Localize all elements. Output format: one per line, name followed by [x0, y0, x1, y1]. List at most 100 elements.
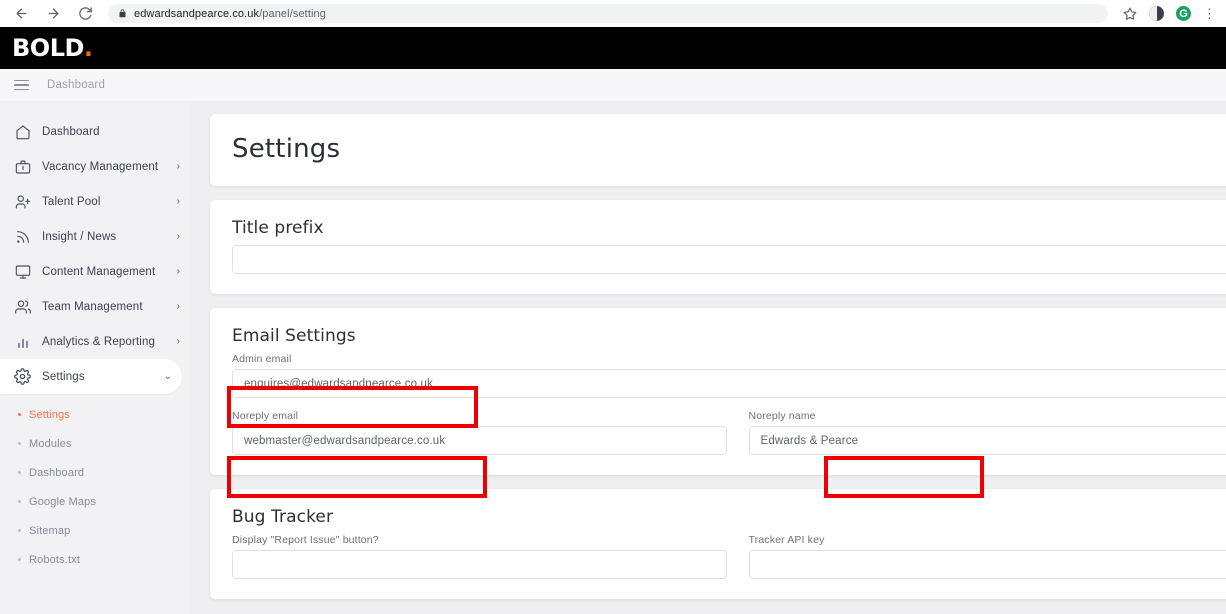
url-domain: edwardsandpearce.co.uk: [134, 7, 260, 20]
extension-icon[interactable]: [1149, 6, 1164, 21]
chevron-right-icon: ›: [176, 265, 180, 277]
hamburger-menu-icon[interactable]: [14, 79, 29, 91]
sidebar-subitem-dashboard[interactable]: Dashboard: [0, 458, 190, 487]
sidebar-subitem-google-maps[interactable]: Google Maps: [0, 487, 190, 516]
page-title: Settings: [232, 134, 341, 164]
chevron-right-icon: ›: [176, 230, 180, 242]
chevron-right-icon: ›: [176, 300, 180, 312]
sidebar-item-talent-pool[interactable]: Talent Pool ›: [0, 184, 190, 219]
reload-icon[interactable]: [76, 5, 94, 23]
home-icon: [14, 123, 31, 140]
sidebar-item-team-management[interactable]: Team Management ›: [0, 289, 190, 324]
page-title-card: Settings: [210, 114, 1226, 186]
sidebar-subitem-label: Robots.txt: [29, 553, 81, 566]
rss-icon: [14, 228, 31, 245]
noreply-name-input[interactable]: [748, 426, 1226, 455]
bullet-icon: [18, 471, 21, 474]
sidebar-item-insight-news[interactable]: Insight / News ›: [0, 219, 190, 254]
lock-icon: [118, 9, 127, 18]
monitor-icon: [14, 263, 31, 280]
bullet-icon: [18, 558, 21, 561]
sidebar-item-label: Talent Pool: [42, 195, 101, 208]
email-settings-row: Noreply email Noreply name: [232, 410, 1226, 455]
sidebar-item-content-management[interactable]: Content Management ›: [0, 254, 190, 289]
sidebar-subitem-label: Google Maps: [29, 495, 97, 508]
chevron-right-icon: ›: [176, 335, 180, 347]
bullet-icon: [18, 529, 21, 532]
chevron-down-icon: ⌄: [163, 370, 172, 382]
chevron-right-icon: ›: [176, 160, 180, 172]
sidebar-subitem-robots-txt[interactable]: Robots.txt: [0, 545, 190, 574]
forward-arrow-icon[interactable]: [44, 5, 62, 23]
title-prefix-input[interactable]: [232, 245, 1226, 274]
logo-dot: .: [83, 34, 93, 62]
title-prefix-heading: Title prefix: [232, 218, 324, 238]
hamburger-line: [14, 79, 29, 82]
sidebar-item-label: Team Management: [42, 300, 143, 313]
bug-tracker-card: Bug Tracker Display "Report Issue" butto…: [210, 489, 1226, 599]
admin-email-field-group: Admin email: [232, 353, 1226, 398]
hamburger-line: [14, 88, 29, 91]
sidebar-item-vacancy-management[interactable]: Vacancy Management ›: [0, 149, 190, 184]
tracker-api-key-field-group: Tracker API key: [748, 534, 1226, 579]
sidebar-item-label: Dashboard: [42, 125, 100, 138]
breadcrumb[interactable]: Dashboard: [47, 79, 105, 91]
chevron-right-icon: ›: [176, 195, 180, 207]
title-prefix-card: Title prefix: [210, 200, 1226, 294]
tracker-api-key-input[interactable]: [748, 550, 1226, 579]
bullet-icon: [18, 500, 21, 503]
sidebar-item-analytics-reporting[interactable]: Analytics & Reporting ›: [0, 324, 190, 359]
url-text: edwardsandpearce.co.uk/panel/setting: [134, 8, 326, 20]
sidebar-item-label: Content Management: [42, 265, 156, 278]
address-bar[interactable]: edwardsandpearce.co.uk/panel/setting: [108, 4, 1108, 23]
admin-email-input[interactable]: [232, 369, 1226, 398]
sidebar-subitem-label: Dashboard: [29, 466, 85, 479]
noreply-email-input[interactable]: [232, 426, 727, 455]
display-report-issue-label: Display "Report Issue" button?: [232, 534, 379, 546]
email-settings-card: Email Settings Admin email Noreply email…: [210, 308, 1226, 475]
page-body: Dashboard Vacancy Management › Talent Po…: [0, 102, 1226, 614]
back-arrow-icon[interactable]: [12, 5, 30, 23]
email-settings-heading: Email Settings: [232, 326, 356, 346]
sidebar-item-label: Analytics & Reporting: [42, 335, 156, 348]
logo-text: BOLD: [12, 34, 84, 62]
bar-chart-icon: [14, 333, 31, 350]
browser-toolbar: edwardsandpearce.co.uk/panel/setting G ⋮: [0, 0, 1226, 27]
sidebar-subitem-label: Settings: [29, 408, 70, 421]
user-plus-icon: [14, 193, 31, 210]
sidebar-subitem-sitemap[interactable]: Sitemap: [0, 516, 190, 545]
sidebar-subnav-settings: Settings Modules Dashboard Google Maps S…: [0, 394, 190, 574]
noreply-name-field-group: Noreply name: [748, 410, 1226, 455]
bullet-icon: [18, 442, 21, 445]
display-report-issue-input[interactable]: [232, 550, 727, 579]
admin-email-label: Admin email: [232, 353, 292, 365]
bug-tracker-row: Display "Report Issue" button? Tracker A…: [232, 534, 1226, 579]
gear-icon: [14, 368, 31, 385]
browser-actions: G ⋮: [1123, 6, 1218, 21]
app-header: BOLD.: [0, 27, 1226, 69]
hamburger-line: [14, 84, 29, 86]
users-icon: [14, 298, 31, 315]
sidebar-subitem-settings[interactable]: Settings: [0, 400, 190, 429]
sidebar-item-dashboard[interactable]: Dashboard: [0, 114, 190, 149]
briefcase-icon: [14, 158, 31, 175]
bug-tracker-heading: Bug Tracker: [232, 507, 334, 527]
sidebar-item-label: Vacancy Management: [42, 160, 159, 173]
profile-avatar-icon[interactable]: G: [1176, 6, 1191, 21]
bookmark-star-icon[interactable]: [1123, 7, 1137, 21]
noreply-name-label: Noreply name: [748, 410, 816, 422]
browser-nav-buttons: [8, 5, 94, 23]
sidebar-subitem-label: Modules: [29, 437, 72, 450]
main-content: Settings Title prefix Email Settings Adm…: [190, 102, 1226, 614]
noreply-email-label: Noreply email: [232, 410, 299, 422]
sidebar-subitem-modules[interactable]: Modules: [0, 429, 190, 458]
tracker-api-key-label: Tracker API key: [748, 534, 825, 546]
brand-logo[interactable]: BOLD.: [12, 34, 93, 62]
kebab-menu-icon[interactable]: ⋮: [1203, 7, 1216, 20]
sidebar-subitem-label: Sitemap: [29, 524, 71, 537]
bullet-icon: [18, 413, 21, 416]
top-bar: Dashboard: [0, 69, 1226, 102]
noreply-email-field-group: Noreply email: [232, 410, 727, 455]
sidebar-item-settings[interactable]: Settings ⌄: [0, 359, 182, 394]
url-path: /panel/setting: [259, 7, 326, 20]
